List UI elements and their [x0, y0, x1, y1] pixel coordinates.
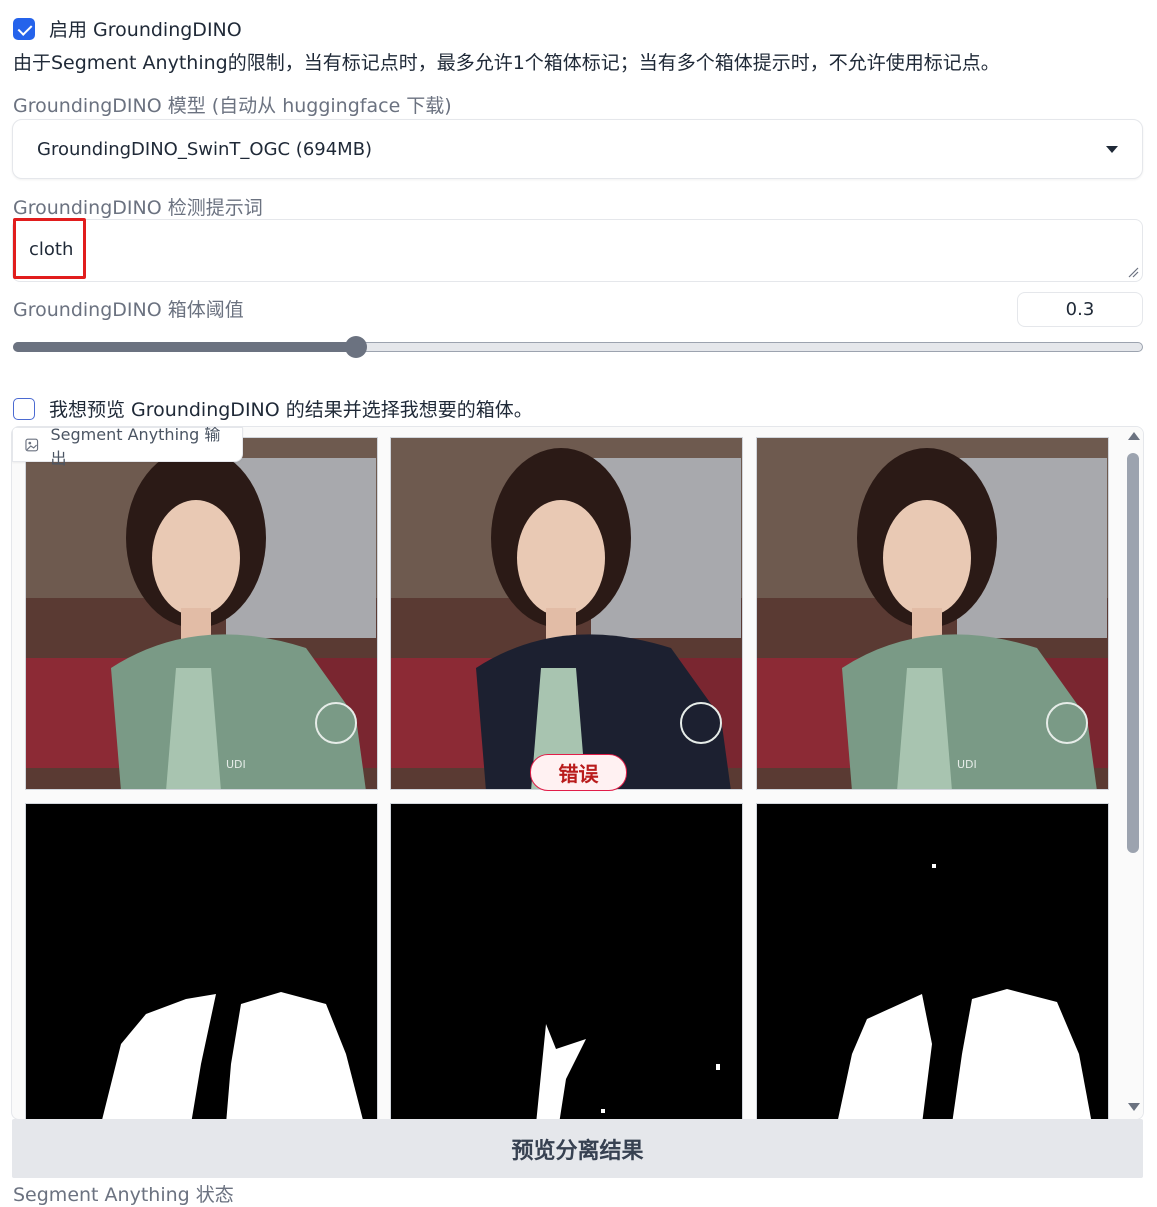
prompt-textarea[interactable]: cloth: [12, 219, 1143, 282]
gallery-image-3[interactable]: UDI: [756, 437, 1109, 790]
gallery-tag: Segment Anything 输出: [12, 427, 243, 468]
scroll-up-icon[interactable]: [1127, 431, 1141, 441]
mask-image: [26, 804, 377, 1119]
error-badge: 错误: [530, 754, 627, 791]
enable-groundingdino-label: 启用 GroundingDINO: [49, 19, 242, 41]
preview-boxes-row[interactable]: 我想预览 GroundingDINO 的结果并选择我想要的箱体。: [13, 395, 533, 422]
threshold-slider[interactable]: [13, 336, 1143, 358]
gallery-tag-label: Segment Anything 输出: [50, 426, 221, 468]
photo-image: UDI: [26, 438, 377, 789]
highlight-box: [13, 218, 86, 279]
svg-text:UDI: UDI: [957, 758, 977, 771]
preview-boxes-checkbox[interactable]: [13, 397, 35, 420]
gallery-scrollbar[interactable]: [1122, 427, 1143, 1119]
threshold-number-input[interactable]: 0.3: [1017, 292, 1143, 327]
status-label: Segment Anything 状态: [13, 1184, 234, 1206]
preview-separation-button[interactable]: 预览分离结果: [12, 1119, 1143, 1178]
gallery-mask-1[interactable]: [25, 803, 378, 1119]
gallery-image-2[interactable]: [390, 437, 743, 790]
segment-anything-gallery: UDI 错误 UDI Segment Anything 输出: [11, 426, 1144, 1120]
slider-thumb[interactable]: [345, 336, 368, 358]
model-dropdown[interactable]: GroundingDINO_SwinT_OGC (694MB): [12, 119, 1143, 179]
gallery-mask-3[interactable]: [756, 803, 1109, 1119]
resize-handle-icon[interactable]: [1127, 266, 1139, 278]
chevron-down-icon[interactable]: [1106, 145, 1118, 153]
scrollbar-thumb[interactable]: [1127, 453, 1139, 853]
image-icon: [25, 438, 39, 451]
enable-groundingdino-checkbox[interactable]: [13, 17, 35, 40]
slider-fill: [13, 342, 357, 352]
model-dropdown-value: GroundingDINO_SwinT_OGC (694MB): [37, 138, 373, 160]
mask-image: [757, 804, 1108, 1119]
scroll-down-icon[interactable]: [1127, 1102, 1141, 1112]
gallery-image-1[interactable]: UDI: [25, 437, 378, 790]
limit-note: 由于Segment Anything的限制，当有标记点时，最多允许1个箱体标记；…: [13, 52, 1000, 74]
mask-image: [391, 804, 742, 1119]
model-label: GroundingDINO 模型 (自动从 huggingface 下载): [13, 95, 452, 117]
threshold-label: GroundingDINO 箱体阈值: [13, 299, 244, 321]
gallery-mask-2[interactable]: [390, 803, 743, 1119]
photo-image: [391, 438, 742, 789]
photo-image: UDI: [757, 438, 1108, 789]
enable-groundingdino-row[interactable]: 启用 GroundingDINO: [13, 15, 242, 42]
preview-boxes-label: 我想预览 GroundingDINO 的结果并选择我想要的箱体。: [49, 399, 533, 421]
svg-text:UDI: UDI: [226, 758, 246, 771]
prompt-label: GroundingDINO 检测提示词: [13, 197, 263, 219]
